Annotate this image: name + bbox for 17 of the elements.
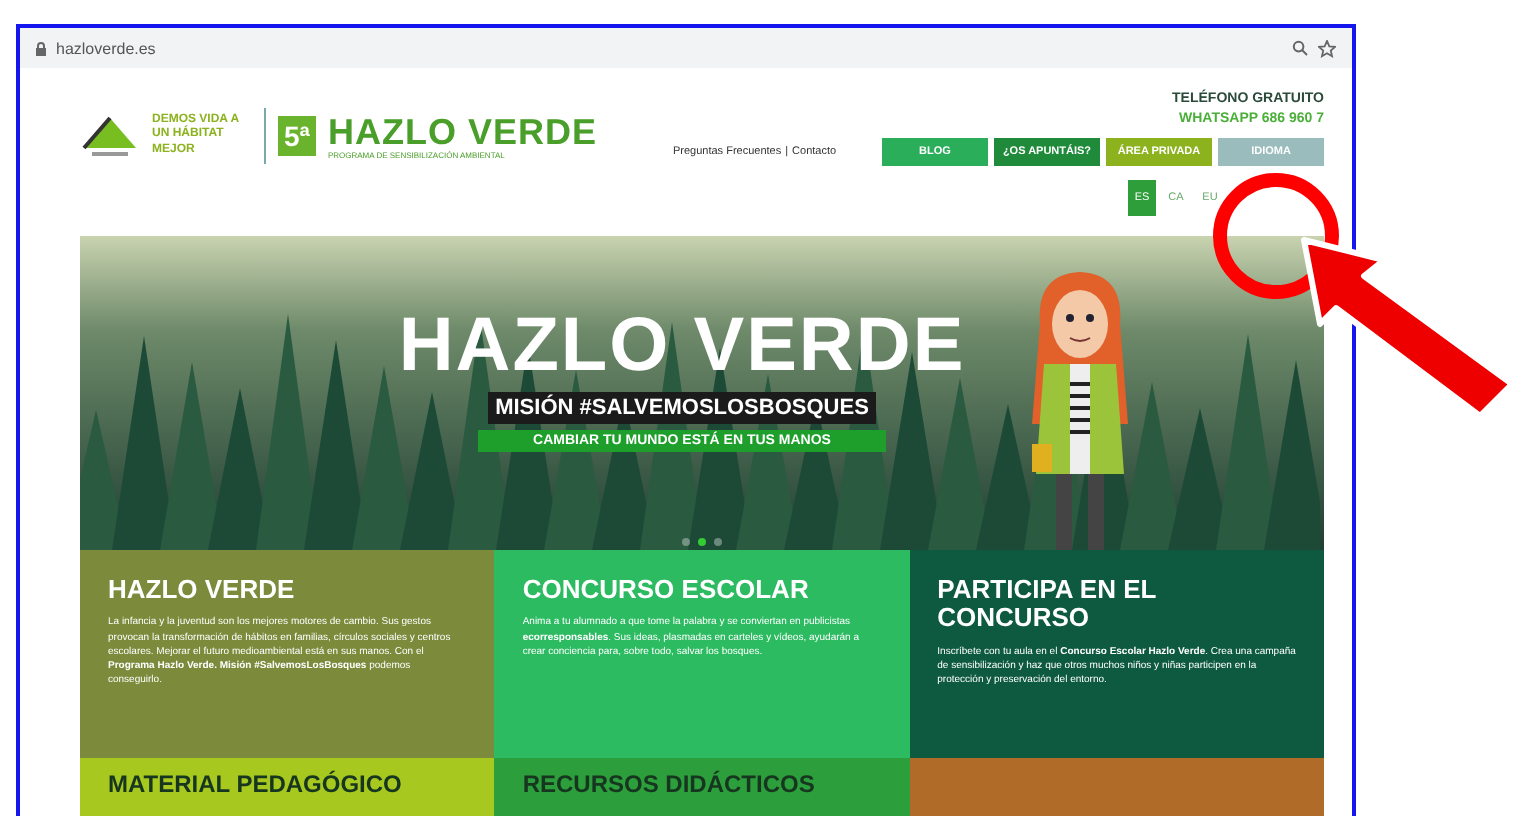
star-icon[interactable] — [1318, 39, 1336, 57]
hero-title: HAZLO VERDE — [398, 308, 966, 384]
lock-icon — [36, 41, 46, 55]
edition-badge: 5ª — [278, 116, 316, 156]
logo-title: HAZLO VERDE — [327, 113, 597, 149]
slide-dot[interactable] — [698, 538, 706, 546]
search-icon[interactable] — [1292, 40, 1308, 56]
card-title: MATERIAL PEDAGÓGICO — [108, 770, 402, 798]
mission-text: MISIÓN #SALVEMOSLOSBOSQUES — [487, 392, 877, 424]
card-title: HAZLO VERDE — [108, 576, 297, 605]
card-title: PARTICIPA EN EL CONCURSO — [937, 576, 1158, 634]
card-title: RECURSOS DIDÁCTICOS — [522, 770, 815, 798]
card-title: CONCURSO ESCOLAR — [522, 576, 811, 605]
slide-dot[interactable] — [714, 538, 722, 546]
slide-dot[interactable] — [682, 538, 690, 546]
logo-drawing — [80, 112, 140, 160]
annotation-circle — [1213, 173, 1339, 299]
